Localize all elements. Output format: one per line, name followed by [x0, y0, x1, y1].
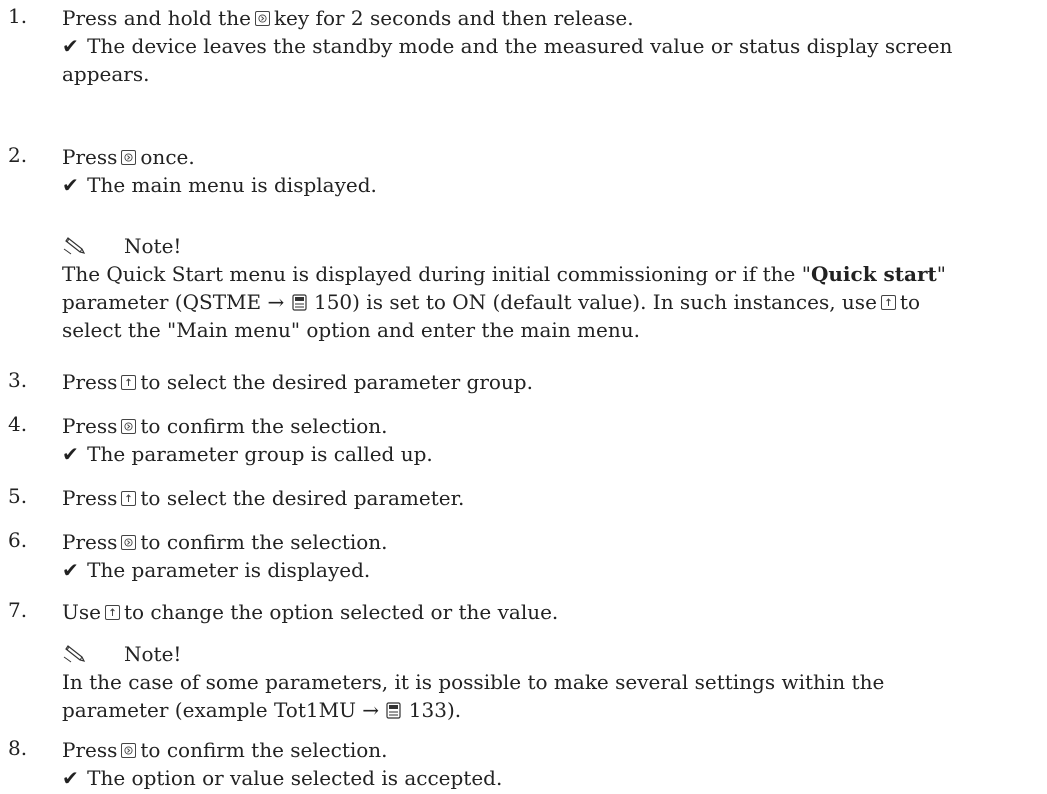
step-text: Press [62, 414, 118, 438]
step-number: 4. [8, 412, 28, 436]
enter-key-icon [121, 150, 137, 165]
check-icon: ✔ [62, 173, 79, 197]
step-result: The parameter is displayed. [87, 558, 371, 582]
note-text: parameter (QSTME → [62, 290, 285, 314]
step-number: 5. [8, 484, 28, 508]
step-number: 6. [8, 528, 28, 552]
enter-key-icon [121, 535, 137, 550]
step-text: Press [62, 145, 118, 169]
enter-key-icon [254, 11, 270, 26]
check-icon: ✔ [62, 34, 79, 58]
note-text: 133). [408, 698, 462, 722]
note-text: to [899, 290, 920, 314]
step-text: Press and hold the [62, 6, 251, 30]
document-page-icon [386, 698, 402, 719]
note-text: 150) is set to ON (default value). In su… [313, 290, 877, 314]
enter-key-icon [121, 419, 137, 434]
step-text: once. [140, 145, 195, 169]
step-result: The parameter group is called up. [87, 442, 433, 466]
step-text: to confirm the selection. [140, 530, 388, 554]
instruction-page: 1. Press and hold the key for 2 seconds a… [0, 0, 1047, 794]
step-number: 8. [8, 736, 28, 760]
note-title: Note! [124, 642, 182, 666]
step-text: to select the desired parameter group. [140, 370, 533, 394]
note-text: In the case of some parameters, it is po… [62, 670, 885, 694]
up-arrow-key-icon [104, 605, 120, 620]
pencil-note-icon [62, 643, 90, 663]
up-arrow-key-icon [880, 295, 896, 310]
note-text: parameter (example Tot1MU → [62, 698, 380, 722]
note-box: Note! In the case of some parameters, it… [62, 640, 1047, 724]
note-text: select the "Main menu" option and enter … [62, 318, 640, 342]
step-text: Press [62, 530, 118, 554]
step-text: Press [62, 738, 118, 762]
check-icon: ✔ [62, 766, 79, 790]
note-bold-param: Quick start [810, 262, 937, 286]
step-text: key for 2 seconds and then release. [273, 6, 634, 30]
note-text: The Quick Start menu is displayed during… [62, 262, 811, 286]
up-arrow-key-icon [121, 491, 137, 506]
step-number: 7. [8, 598, 28, 622]
up-arrow-key-icon [121, 375, 137, 390]
check-icon: ✔ [62, 442, 79, 466]
step-number: 3. [8, 368, 28, 392]
document-page-icon [292, 290, 307, 311]
note-box: Note! The Quick Start menu is displayed … [62, 232, 1047, 344]
step-text: Press [62, 370, 118, 394]
step-text: Press [62, 486, 118, 510]
step-result-cont: appears. [62, 62, 150, 86]
enter-key-icon [121, 743, 137, 758]
step-text: to select the desired parameter. [140, 486, 465, 510]
step-result: The option or value selected is accepted… [87, 766, 503, 790]
step-number: 2. [8, 143, 28, 167]
step-text: to confirm the selection. [140, 414, 388, 438]
note-text: " [936, 262, 946, 286]
step-text: to change the option selected or the val… [123, 600, 559, 624]
step-text: to confirm the selection. [140, 738, 388, 762]
step-result: The device leaves the standby mode and t… [87, 34, 953, 58]
pencil-note-icon [62, 235, 90, 255]
note-title: Note! [124, 234, 182, 258]
step-number: 1. [8, 4, 28, 28]
check-icon: ✔ [62, 558, 79, 582]
step-text: Use [62, 600, 101, 624]
step-result: The main menu is displayed. [87, 173, 377, 197]
